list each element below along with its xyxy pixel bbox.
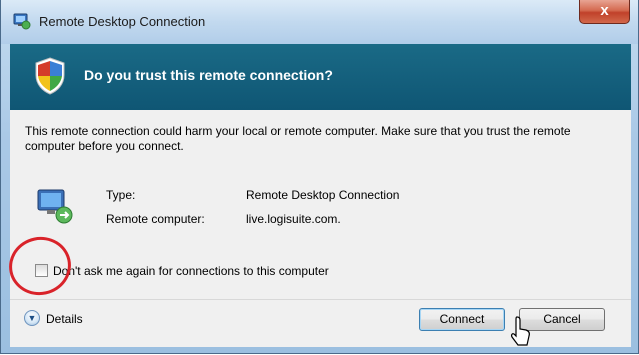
type-label: Type: xyxy=(106,188,136,202)
dont-ask-again-label[interactable]: Don't ask me again for connections to th… xyxy=(53,264,329,278)
remote-computer-value: live.logisuite.com. xyxy=(246,212,341,226)
expand-details-icon[interactable]: ▼ xyxy=(24,310,40,326)
remote-desktop-app-icon xyxy=(13,13,31,30)
connect-button[interactable]: Connect xyxy=(419,308,505,331)
details-link[interactable]: Details xyxy=(46,312,83,326)
trust-banner: Do you trust this remote connection? xyxy=(10,44,631,110)
security-shield-icon xyxy=(35,57,65,95)
mouse-cursor-icon xyxy=(511,316,530,346)
remote-computer-label: Remote computer: xyxy=(106,212,205,226)
remote-computer-icon xyxy=(37,189,73,224)
separator xyxy=(10,299,631,300)
warning-text: This remote connection could harm your l… xyxy=(25,124,571,153)
window-title: Remote Desktop Connection xyxy=(39,14,206,29)
dialog-content: This remote connection could harm your l… xyxy=(3,110,631,347)
remote-desktop-dialog: Remote Desktop Connection x Do you trust… xyxy=(0,0,639,354)
close-button[interactable]: x xyxy=(579,0,630,24)
type-value: Remote Desktop Connection xyxy=(246,188,400,202)
banner-title: Do you trust this remote connection? xyxy=(84,67,333,83)
title-bar[interactable]: Remote Desktop Connection x xyxy=(1,0,638,44)
highlight-circle xyxy=(3,231,77,301)
